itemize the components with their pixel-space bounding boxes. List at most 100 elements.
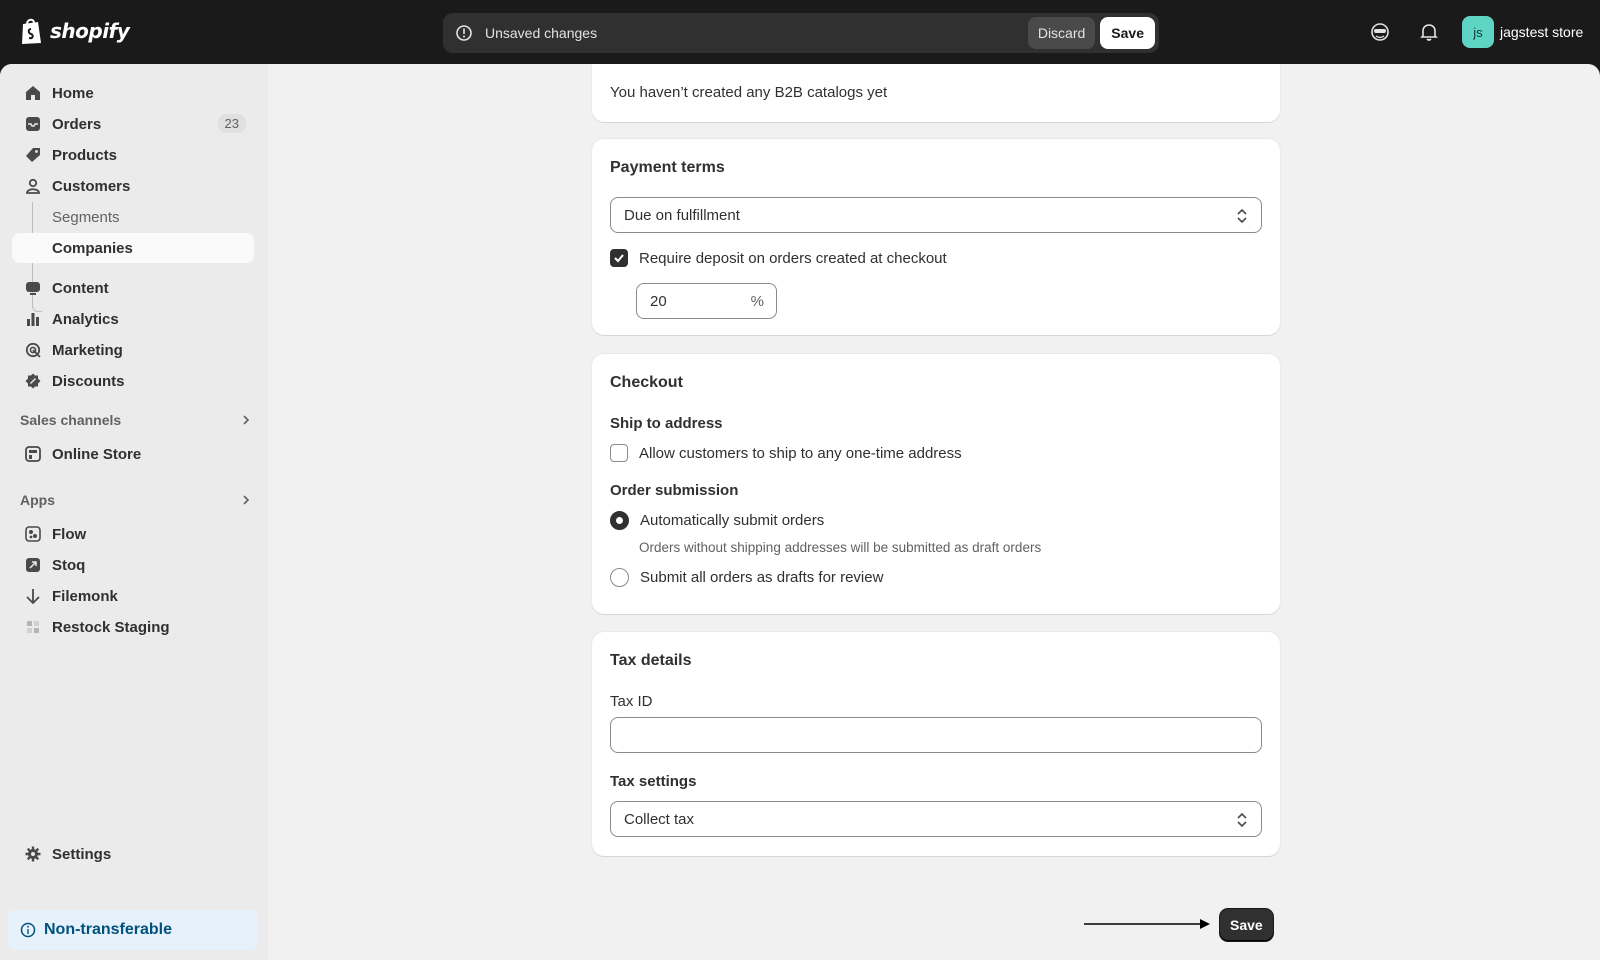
flow-app-icon	[24, 525, 42, 543]
payment-terms-card: Payment terms Due on fulfillment Require…	[592, 139, 1280, 335]
person-icon	[24, 177, 42, 195]
discard-button[interactable]: Discard	[1027, 17, 1096, 49]
top-bar: shopify Unsaved changes Discard Save js …	[0, 0, 1600, 64]
tax-settings-select[interactable]: Collect tax	[610, 801, 1262, 837]
discount-badge-icon	[24, 372, 42, 390]
arrow-down-icon	[24, 587, 42, 605]
checkout-title: Checkout	[610, 374, 683, 391]
tax-details-card: Tax details Tax ID Tax settings Collect …	[592, 632, 1280, 856]
shopify-bag-icon	[20, 17, 44, 45]
payment-terms-select[interactable]: Due on fulfillment	[610, 197, 1262, 233]
sidekick-icon[interactable]	[1368, 20, 1392, 44]
non-transferable-banner[interactable]: Non-transferable	[8, 910, 258, 950]
sidebar-item-marketing[interactable]: Marketing	[12, 335, 254, 365]
tag-icon	[24, 146, 42, 164]
section-label: Apps	[20, 492, 55, 508]
sidebar-item-analytics[interactable]: Analytics	[12, 304, 254, 334]
sidebar-item-segments[interactable]: Segments	[12, 202, 254, 232]
store-name: jagstest store	[1500, 24, 1584, 40]
order-submission-heading: Order submission	[610, 482, 739, 499]
target-icon	[24, 341, 42, 359]
ship-option-row[interactable]: Allow customers to ship to any one-time …	[610, 444, 962, 462]
sidebar-item-label: Flow	[52, 525, 87, 543]
shopify-logo[interactable]: shopify	[20, 17, 130, 45]
sidebar-item-label: Discounts	[52, 372, 125, 390]
save-button[interactable]: Save	[1100, 17, 1155, 49]
sidebar-item-label: Online Store	[52, 445, 142, 463]
orders-count-badge: 23	[217, 114, 246, 133]
gear-icon	[24, 845, 42, 863]
deposit-value: 20	[650, 292, 667, 310]
account-menu[interactable]: js jagstest store	[1462, 16, 1583, 48]
deposit-checkbox-row[interactable]: Require deposit on orders created at che…	[610, 249, 947, 267]
save-bottom-button[interactable]: Save	[1220, 909, 1273, 941]
payment-terms-value: Due on fulfillment	[624, 206, 740, 224]
sidebar-item-label: Settings	[52, 845, 112, 863]
sidebar-item-discounts[interactable]: Discounts	[12, 366, 254, 396]
sidebar-item-products[interactable]: Products	[12, 140, 254, 170]
sales-channels-header[interactable]: Sales channels	[20, 408, 254, 432]
sidebar-item-orders[interactable]: Orders 23	[12, 109, 254, 139]
info-icon	[20, 922, 36, 938]
sidebar-item-label: Marketing	[52, 341, 123, 359]
tax-details-title: Tax details	[610, 652, 692, 669]
sidebar-item-label: Customers	[52, 177, 131, 195]
bell-icon[interactable]	[1417, 20, 1441, 44]
tax-id-label: Tax ID	[610, 693, 653, 710]
ship-to-address-heading: Ship to address	[610, 415, 723, 432]
auto-submit-radio[interactable]	[610, 511, 629, 530]
section-label: Sales channels	[20, 412, 122, 428]
inbox-icon	[24, 115, 42, 133]
bar-chart-icon	[24, 310, 42, 328]
unsaved-changes-text: Unsaved changes	[485, 25, 598, 41]
deposit-percent-input[interactable]: 20 %	[636, 283, 777, 319]
sidebar-item-label: Home	[52, 84, 94, 102]
chevron-right-icon	[238, 492, 254, 508]
catalogs-card: You haven’t created any B2B catalogs yet	[592, 64, 1280, 122]
tax-id-input[interactable]	[610, 717, 1262, 753]
drafts-label: Submit all orders as drafts for review	[640, 569, 884, 586]
storefront-icon	[24, 445, 42, 463]
restock-app-icon	[24, 618, 42, 636]
payment-terms-title: Payment terms	[610, 159, 725, 176]
sidebar-item-label: Segments	[52, 208, 120, 226]
sidebar-item-label: Content	[52, 279, 109, 297]
sidebar-item-restock-staging[interactable]: Restock Staging	[12, 612, 254, 642]
sidebar: Home Orders 23 Products Customers Segmen…	[0, 64, 268, 960]
ship-anywhere-checkbox[interactable]	[610, 444, 628, 462]
sidebar-item-label: Products	[52, 146, 118, 164]
sidebar-item-label: Orders	[52, 115, 102, 133]
sidebar-item-content[interactable]: Content	[12, 273, 254, 303]
logo-text: shopify	[50, 19, 130, 43]
sidebar-item-filemonk[interactable]: Filemonk	[12, 581, 254, 611]
sidebar-item-label: Filemonk	[52, 587, 118, 605]
content-icon	[24, 279, 42, 297]
tax-settings-label: Tax settings	[610, 773, 697, 790]
alert-circle-icon	[455, 24, 473, 42]
sidebar-item-companies[interactable]: Companies	[12, 233, 254, 263]
chevron-right-icon	[238, 412, 254, 428]
deposit-checkbox[interactable]	[610, 249, 628, 267]
drafts-radio[interactable]	[610, 568, 629, 587]
sidebar-item-flow[interactable]: Flow	[12, 519, 254, 549]
sidebar-item-label: Analytics	[52, 310, 119, 328]
sidebar-item-label: Companies	[52, 239, 133, 257]
non-transferable-label: Non-transferable	[44, 921, 173, 938]
auto-submit-row[interactable]: Automatically submit orders	[610, 511, 824, 530]
home-icon	[24, 84, 42, 102]
sidebar-item-online-store[interactable]: Online Store	[12, 439, 254, 469]
avatar: js	[1462, 16, 1494, 48]
drafts-row[interactable]: Submit all orders as drafts for review	[610, 568, 883, 587]
deposit-label: Require deposit on orders created at che…	[639, 249, 947, 267]
check-icon	[614, 254, 624, 263]
annotation-arrow-icon	[1084, 919, 1210, 929]
ship-option-label: Allow customers to ship to any one-time …	[639, 444, 962, 462]
apps-header[interactable]: Apps	[20, 488, 254, 512]
sidebar-item-label: Stoq	[52, 556, 86, 574]
sidebar-item-settings[interactable]: Settings	[12, 839, 254, 869]
catalogs-empty-text: You haven’t created any B2B catalogs yet	[610, 84, 888, 101]
sidebar-item-home[interactable]: Home	[12, 78, 254, 108]
sidebar-item-label: Restock Staging	[52, 618, 170, 636]
sidebar-item-customers[interactable]: Customers	[12, 171, 254, 201]
sidebar-item-stoq[interactable]: Stoq	[12, 550, 254, 580]
